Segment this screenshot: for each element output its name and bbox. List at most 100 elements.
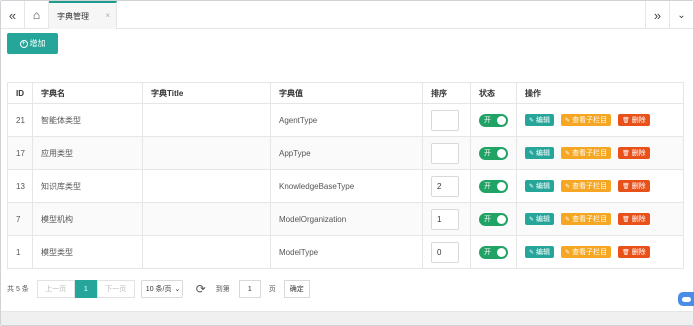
pencil-icon: ✎ — [529, 216, 535, 223]
tab-label: 字典管理 — [57, 11, 89, 21]
pencil-icon: ✎ — [565, 216, 571, 223]
header-status: 状态 — [470, 82, 517, 104]
sort-input[interactable] — [431, 142, 459, 164]
sort-input[interactable]: 0 — [431, 241, 459, 263]
toggle-label: 开 — [484, 150, 491, 157]
page-size-select[interactable]: 10 条/页 ⌄ — [140, 280, 183, 298]
total-count: 共 5 条 — [7, 286, 29, 293]
delete-label: 删除 — [631, 150, 646, 157]
cell-sort: 2 — [422, 169, 471, 203]
status-toggle[interactable]: 开 — [479, 179, 508, 193]
table-row: 13 知识库类型 KnowledgeBaseType 2 开 ✎ 编辑 ✎ 查看子栏… — [7, 169, 684, 203]
cell-value: AgentType — [270, 103, 423, 137]
cell-actions: ✎ 编辑 ✎ 查看子栏目 🗑 删除 — [516, 235, 684, 269]
double-chevron-left-icon: « — [8, 7, 17, 23]
header-sort: 排序 — [422, 82, 471, 104]
edit-label: 编辑 — [536, 183, 551, 190]
trash-icon: 🗑 — [622, 249, 630, 256]
status-toggle[interactable]: 开 — [479, 245, 508, 259]
cell-actions: ✎ 编辑 ✎ 查看子栏目 🗑 删除 — [516, 169, 684, 203]
pencil-icon: ✎ — [529, 150, 535, 157]
page-unit-label: 页 — [268, 286, 276, 293]
sort-input[interactable]: 1 — [431, 208, 459, 230]
edit-button[interactable]: ✎ 编辑 — [525, 213, 555, 225]
cell-title — [142, 103, 271, 137]
scroll-tabs-left-button[interactable]: « — [1, 1, 25, 29]
current-page-button[interactable]: 1 — [74, 280, 97, 298]
delete-button[interactable]: 🗑 删除 — [618, 180, 650, 192]
bottom-scrollbar[interactable] — [1, 311, 693, 325]
edit-button[interactable]: ✎ 编辑 — [525, 147, 555, 159]
table-row: 1 模型类型 ModelType 0 开 ✎ 编辑 ✎ 查看子栏目 🗑 删除 — [7, 235, 684, 269]
add-button[interactable]: + 增加 — [7, 33, 58, 54]
status-toggle[interactable]: 开 — [479, 146, 508, 160]
trash-icon: 🗑 — [622, 150, 630, 157]
cell-name: 智能体类型 — [32, 103, 143, 137]
cell-status: 开 — [470, 235, 517, 269]
double-chevron-right-icon: » — [653, 7, 662, 23]
cell-sort: 1 — [422, 202, 471, 236]
prev-page-button[interactable]: 上一页 — [36, 280, 75, 298]
close-icon[interactable]: × — [105, 11, 110, 20]
view-children-label: 查看子栏目 — [572, 216, 608, 223]
delete-button[interactable]: 🗑 删除 — [618, 213, 650, 225]
cell-status: 开 — [470, 103, 517, 137]
status-toggle[interactable]: 开 — [479, 212, 508, 226]
assistant-robot-icon[interactable] — [678, 292, 694, 306]
view-children-button[interactable]: ✎ 查看子栏目 — [561, 213, 612, 225]
pencil-icon: ✎ — [565, 183, 571, 190]
view-children-label: 查看子栏目 — [572, 249, 608, 256]
tab-bar: « ⌂ 字典管理 × » ⌄ — [1, 1, 693, 29]
add-button-label: 增加 — [29, 39, 46, 48]
refresh-icon[interactable]: ⟳ — [194, 282, 208, 296]
trash-icon: 🗑 — [622, 216, 630, 223]
cell-id: 13 — [7, 169, 33, 203]
goto-label: 到第 — [215, 286, 230, 293]
home-tab-button[interactable]: ⌂ — [25, 1, 49, 29]
delete-button[interactable]: 🗑 删除 — [618, 147, 650, 159]
edit-button[interactable]: ✎ 编辑 — [525, 180, 555, 192]
tab-dictionary-management[interactable]: 字典管理 × — [49, 1, 117, 29]
toggle-knob — [497, 247, 506, 257]
status-toggle[interactable]: 开 — [479, 113, 508, 127]
goto-page-input[interactable]: 1 — [238, 280, 261, 298]
cell-status: 开 — [470, 136, 517, 170]
delete-label: 删除 — [631, 216, 646, 223]
chevron-down-icon: ⌄ — [174, 286, 181, 293]
robot-face-icon — [681, 296, 691, 302]
pencil-icon: ✎ — [529, 117, 535, 124]
header-actions: 操作 — [516, 82, 684, 104]
edit-button[interactable]: ✎ 编辑 — [525, 246, 555, 258]
delete-button[interactable]: 🗑 删除 — [618, 114, 650, 126]
cell-name: 模型类型 — [32, 235, 143, 269]
cell-title — [142, 169, 271, 203]
pencil-icon: ✎ — [529, 249, 535, 256]
toggle-label: 开 — [484, 117, 491, 124]
view-children-button[interactable]: ✎ 查看子栏目 — [561, 246, 612, 258]
view-children-button[interactable]: ✎ 查看子栏目 — [561, 180, 612, 192]
pencil-icon: ✎ — [565, 249, 571, 256]
goto-confirm-button[interactable]: 确定 — [283, 280, 310, 298]
cell-sort — [422, 136, 471, 170]
table-row: 17 应用类型 AppType 开 ✎ 编辑 ✎ 查看子栏目 🗑 删除 — [7, 136, 684, 170]
sort-input[interactable] — [431, 109, 459, 131]
scroll-tabs-right-button[interactable]: » — [645, 1, 669, 29]
cell-actions: ✎ 编辑 ✎ 查看子栏目 🗑 删除 — [516, 202, 684, 236]
tabs-menu-button[interactable]: ⌄ — [669, 1, 693, 29]
cell-value: KnowledgeBaseType — [270, 169, 423, 203]
view-children-label: 查看子栏目 — [572, 183, 608, 190]
cell-value: AppType — [270, 136, 423, 170]
view-children-button[interactable]: ✎ 查看子栏目 — [561, 114, 612, 126]
edit-button[interactable]: ✎ 编辑 — [525, 114, 555, 126]
sort-input[interactable]: 2 — [431, 175, 459, 197]
view-children-button[interactable]: ✎ 查看子栏目 — [561, 147, 612, 159]
delete-button[interactable]: 🗑 删除 — [618, 246, 650, 258]
pencil-icon: ✎ — [565, 117, 571, 124]
toggle-label: 开 — [484, 216, 491, 223]
cell-value: ModelOrganization — [270, 202, 423, 236]
next-page-button[interactable]: 下一页 — [96, 280, 135, 298]
toggle-knob — [497, 181, 506, 191]
pencil-icon: ✎ — [565, 150, 571, 157]
edit-label: 编辑 — [536, 117, 551, 124]
cell-sort — [422, 103, 471, 137]
